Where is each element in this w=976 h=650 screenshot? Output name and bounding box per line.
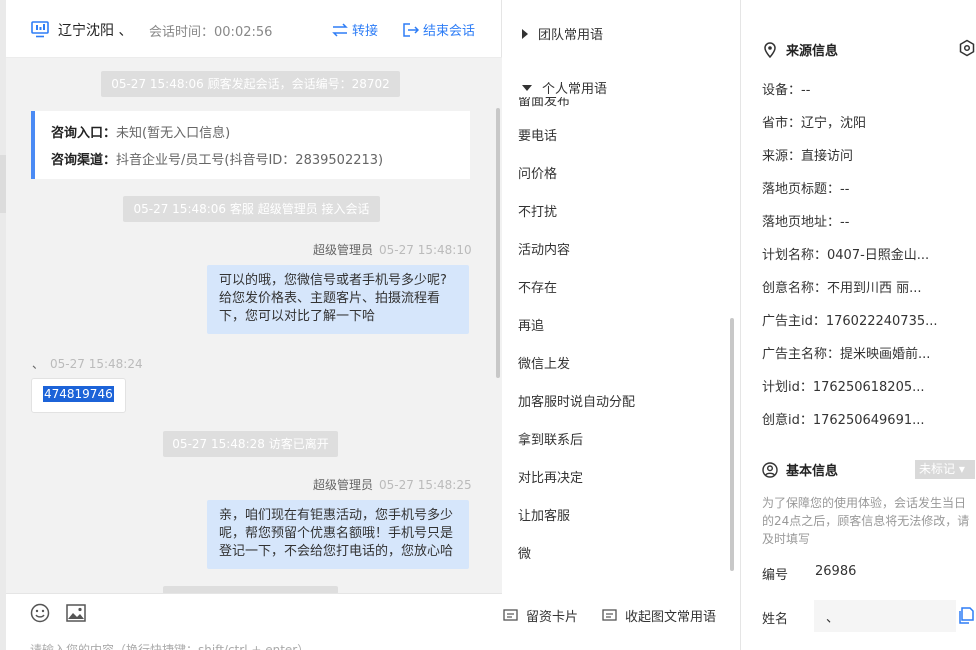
copy-icon[interactable] (958, 607, 974, 624)
phrase-item[interactable]: 拿到联系后 (518, 429, 583, 448)
system-message: 05-27 15:48:06 客服 超级管理员 接入会话 (123, 196, 380, 222)
monitor-icon (31, 21, 49, 38)
phrase-item[interactable]: 不打扰 (518, 201, 557, 220)
agent-message: 可以的哦，您微信号或者手机号多少呢? 给您发价格表、主题客片、拍摄流程看下，您可… (207, 265, 469, 334)
id-label: 编号 (762, 568, 789, 583)
name-label: 姓名 (762, 612, 789, 627)
emoji-icon[interactable] (30, 603, 50, 623)
exit-icon (403, 22, 419, 37)
message-input[interactable]: 请输入您的内容（换行快捷键：shift/ctrl + enter） (30, 641, 309, 650)
sender-line: 超级管理员 05-27 15:48:25 (313, 478, 472, 492)
chat-header: 辽宁沈阳 、 会话时间：00:02:56 转接 结束会话 (6, 0, 502, 58)
phrase-item[interactable]: 让加客服 (518, 505, 570, 524)
source-landing-url: 落地页地址：-- (762, 215, 850, 230)
phrase-item[interactable]: 微 (518, 543, 531, 562)
system-message: 05-27 15:48:06 顾客发起会话，会话编号：28702 (101, 71, 400, 97)
visitor-message[interactable]: 474819746 (31, 378, 126, 413)
caret-down-icon (522, 84, 532, 91)
card-icon (602, 608, 617, 621)
user-icon (762, 461, 778, 478)
common-phrases-panel: 团队常用语 个人常用语 留面发布 要电话 问价格 不打扰 活动内容 不存在 再追… (502, 0, 741, 650)
phrase-item[interactable]: 不存在 (518, 277, 557, 296)
transfer-button[interactable]: 转接 (332, 20, 378, 39)
visitor-info-panel: 来源信息 设备：-- 省市：辽宁，沈阳 来源：直接访问 落地页标题：-- 落地页… (742, 0, 976, 650)
source-from: 来源：直接访问 (762, 149, 854, 164)
collapse-phrases-button[interactable]: 收起图文常用语 (602, 606, 716, 625)
chat-panel: 辽宁沈阳 、 会话时间：00:02:56 转接 结束会话 05-27 15:48… (6, 0, 502, 650)
sender-line: 超级管理员 05-27 15:48:10 (313, 243, 472, 257)
source-plan-name: 计划名称：0407-日照金山... (762, 248, 930, 263)
team-phrases-group[interactable]: 团队常用语 (522, 24, 603, 43)
system-message-partial (163, 586, 338, 593)
source-info-title: 来源信息 (762, 40, 838, 59)
phrase-item[interactable]: 问价格 (518, 163, 557, 182)
name-field[interactable] (814, 600, 956, 632)
source-advertiser-id: 广告主id：176022240735... (762, 314, 938, 329)
message-list[interactable]: 05-27 15:48:06 顾客发起会话，会话编号：28702 咨询入口：未知… (6, 58, 502, 593)
personal-phrases-group[interactable]: 个人常用语 (522, 78, 607, 97)
id-value: 26986 (815, 564, 857, 579)
phrase-item[interactable]: 留面发布 (518, 97, 570, 109)
phrase-item[interactable]: 加客服时说自动分配 (518, 391, 635, 410)
source-creative-name: 创意名称：不用到川西 丽... (762, 281, 922, 296)
caret-right-icon (522, 28, 528, 39)
phrase-scrollbar[interactable] (730, 318, 734, 571)
basic-info-title: 基本信息 (762, 460, 838, 479)
source-advertiser-name: 广告主名称：提米映画婚前... (762, 347, 931, 362)
source-plan-id: 计划id：176250618205... (762, 380, 925, 395)
phrase-item[interactable]: 再追 (518, 315, 544, 334)
phrase-item[interactable]: 要电话 (518, 125, 557, 144)
source-creative-id: 创意id：176250649691... (762, 413, 925, 428)
visitor-name: 辽宁沈阳 、 (58, 23, 133, 39)
transfer-icon (332, 22, 348, 37)
image-icon[interactable] (66, 604, 86, 622)
source-city: 省市：辽宁，沈阳 (762, 116, 867, 131)
phrase-item[interactable]: 活动内容 (518, 239, 570, 258)
consult-info-card: 咨询入口：未知(暂无入口信息) 咨询渠道：抖音企业号/员工号(抖音号ID：283… (31, 111, 470, 179)
input-area[interactable]: 请输入您的内容（换行快捷键：shift/ctrl + enter） (6, 593, 502, 650)
session-time: 会话时间：00:02:56 (149, 25, 273, 40)
sender-line: 、 05-27 15:48:24 (32, 357, 143, 371)
source-device: 设备：-- (762, 83, 811, 98)
tag-dropdown[interactable]: 未标记 ▾ (915, 460, 975, 479)
settings-icon[interactable] (958, 39, 976, 57)
phrase-item[interactable]: 对比再决定 (518, 467, 583, 486)
phrase-item[interactable]: 微信上发 (518, 353, 570, 372)
end-session-button[interactable]: 结束会话 (403, 20, 475, 39)
source-landing-title: 落地页标题：-- (762, 182, 850, 197)
phrase-list: 留面发布 要电话 问价格 不打扰 活动内容 不存在 再追 微信上发 加客服时说自… (502, 97, 741, 577)
info-card-button[interactable]: 留资卡片 (503, 606, 578, 625)
system-message: 05-27 15:48:28 访客已离开 (163, 431, 338, 457)
location-icon (764, 41, 776, 58)
chat-scrollbar[interactable] (496, 108, 500, 378)
card-icon (503, 608, 518, 621)
edit-notice: 为了保障您的使用体验，会话发生当日的24点之后，顾客信息将无法修改，请及时填写 (762, 496, 970, 546)
agent-message: 亲，咱们现在有钜惠活动，您手机号多少呢，帮您预留个优惠名额哦！手机号只是登记一下… (207, 500, 469, 569)
